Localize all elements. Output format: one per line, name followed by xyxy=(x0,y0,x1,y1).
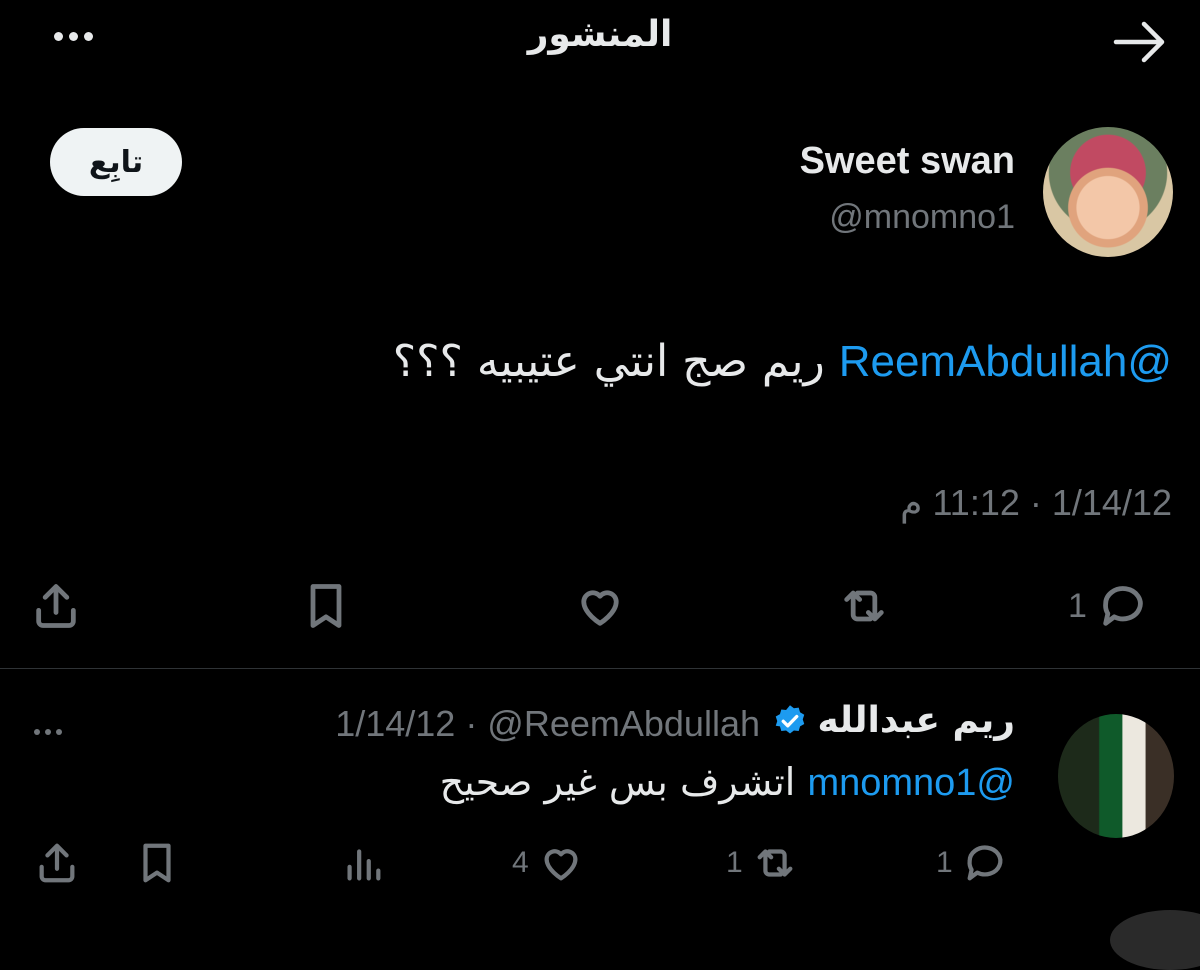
reply-meta[interactable]: 1/14/12 · @ReemAbdullah xyxy=(335,703,760,745)
comment-icon xyxy=(1103,586,1143,626)
retweet-button[interactable] xyxy=(836,580,892,632)
views-button[interactable] xyxy=(340,840,386,886)
reply-author-name[interactable]: ريم عبدالله xyxy=(772,700,1015,741)
heart-icon xyxy=(581,590,619,626)
retweet-icon xyxy=(757,849,793,877)
like-button[interactable] xyxy=(572,580,628,632)
reply-avatar[interactable] xyxy=(1058,714,1174,838)
post-text: @ReemAbdullah ريم صج انتي عتيبيه ؟؟؟ xyxy=(393,336,1172,387)
mention-link[interactable]: @ReemAbdullah xyxy=(839,337,1172,386)
bookmark-icon xyxy=(310,584,342,628)
page-title: المنشور xyxy=(527,14,673,55)
reply-count: 1 xyxy=(1068,586,1087,625)
share-icon xyxy=(36,584,76,628)
reply-reply-count: 1 xyxy=(936,846,953,879)
views-chart-icon xyxy=(347,849,381,881)
follow-button[interactable]: تابِع xyxy=(50,128,182,196)
divider xyxy=(0,668,1200,669)
avatar[interactable] xyxy=(1043,127,1173,257)
reply-more-icon[interactable] xyxy=(34,720,84,740)
reply-like-button[interactable]: 4 xyxy=(512,840,585,886)
bookmark-icon xyxy=(143,843,171,883)
reply-text-body: اتشرف بس غير صحيح xyxy=(439,760,808,804)
reply-share-button[interactable] xyxy=(34,840,80,886)
verified-badge-icon xyxy=(775,704,804,733)
share-button[interactable] xyxy=(30,580,82,632)
bookmark-button[interactable] xyxy=(300,580,352,632)
reply-display-name: ريم عبدالله xyxy=(817,700,1015,741)
heart-icon xyxy=(544,849,578,881)
reply-like-count: 4 xyxy=(512,846,529,879)
reply-retweet-button[interactable]: 1 xyxy=(726,840,799,886)
retweet-icon xyxy=(844,590,884,622)
reply-bookmark-button[interactable] xyxy=(134,840,180,886)
reply-text: @mnomno1 اتشرف بس غير صحيح xyxy=(440,760,1015,805)
author-display-name[interactable]: Sweet swan xyxy=(800,140,1015,183)
reply-reply-button[interactable]: 1 xyxy=(936,840,1009,886)
comment-icon xyxy=(967,845,1003,881)
author-handle[interactable]: @mnomno1 xyxy=(829,198,1015,237)
share-icon xyxy=(39,843,75,883)
reply-retweet-count: 1 xyxy=(726,846,743,879)
floating-element xyxy=(1110,910,1200,970)
post-text-body: ريم صج انتي عتيبيه ؟؟؟ xyxy=(392,336,839,387)
back-arrow-icon[interactable] xyxy=(1110,16,1170,68)
post-timestamp[interactable]: 1/14/12 · 11:12 م xyxy=(900,482,1172,524)
reply-mention-link[interactable]: @mnomno1 xyxy=(807,762,1015,804)
reply-button[interactable]: 1 xyxy=(1068,580,1151,632)
